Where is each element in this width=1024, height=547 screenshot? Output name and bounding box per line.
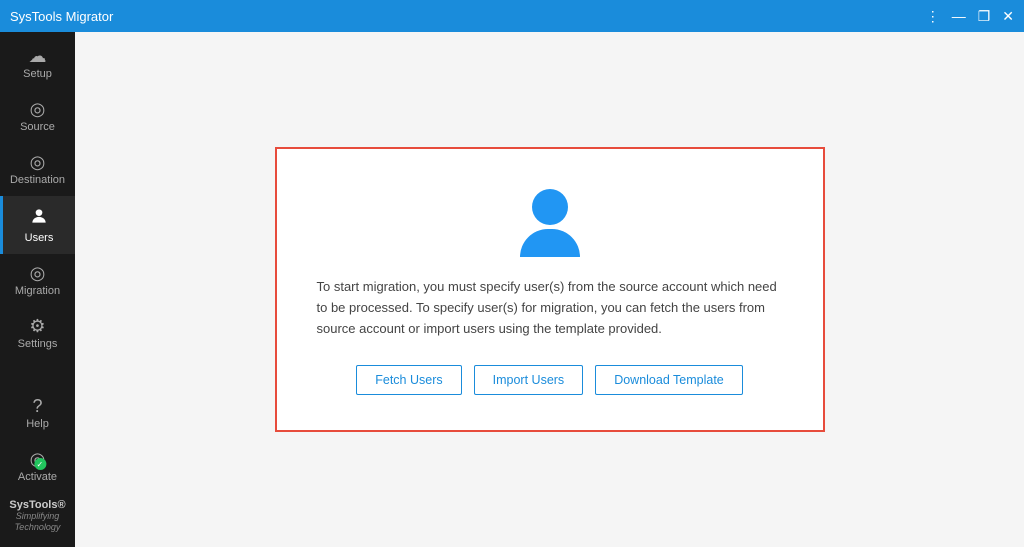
- users-actions: Fetch Users Import Users Download Templa…: [356, 365, 743, 395]
- cloud-icon: ☁: [29, 47, 47, 65]
- destination-icon: ◎: [30, 153, 46, 171]
- settings-icon: ⚙: [29, 317, 45, 335]
- brand-name: SysTools®: [4, 499, 71, 511]
- sidebar-bottom: ? Help ◎ Activate SysTools® Simplifying …: [0, 387, 75, 547]
- sidebar-item-label: Source: [20, 121, 55, 133]
- download-template-button[interactable]: Download Template: [595, 365, 743, 395]
- users-description: To start migration, you must specify use…: [317, 277, 783, 339]
- sidebar-item-source[interactable]: ◎ Source: [0, 90, 75, 143]
- migration-icon: ◎: [30, 264, 46, 282]
- sidebar-item-label: Migration: [15, 285, 60, 297]
- brand: SysTools® Simplifying Technology: [0, 493, 75, 539]
- import-users-button[interactable]: Import Users: [474, 365, 584, 395]
- sidebar: ☁ Setup ◎ Source ◎ Destination Users ◎ M…: [0, 32, 75, 547]
- users-panel: To start migration, you must specify use…: [275, 147, 825, 431]
- source-icon: ◎: [30, 100, 46, 118]
- user-avatar: [520, 189, 580, 257]
- sidebar-item-activate[interactable]: ◎ Activate: [0, 440, 75, 493]
- avatar-head: [532, 189, 568, 225]
- app-body: ☁ Setup ◎ Source ◎ Destination Users ◎ M…: [0, 32, 1024, 547]
- sidebar-item-label: Help: [26, 418, 49, 430]
- sidebar-item-label: Activate: [18, 471, 57, 483]
- sidebar-item-users[interactable]: Users: [0, 196, 75, 254]
- help-icon: ?: [32, 397, 42, 415]
- sidebar-item-migration[interactable]: ◎ Migration: [0, 254, 75, 307]
- close-button[interactable]: ✕: [1002, 9, 1014, 23]
- title-bar: SysTools Migrator ⋮ — ❐ ✕: [0, 0, 1024, 32]
- activate-badge: [34, 458, 46, 470]
- title-bar-controls: ⋮ — ❐ ✕: [926, 9, 1014, 23]
- sidebar-item-settings[interactable]: ⚙ Settings: [0, 307, 75, 360]
- avatar-body: [520, 229, 580, 257]
- app-title: SysTools Migrator: [10, 9, 113, 24]
- sidebar-item-label: Destination: [10, 174, 65, 186]
- brand-tagline: Simplifying Technology: [15, 511, 61, 532]
- sidebar-item-destination[interactable]: ◎ Destination: [0, 143, 75, 196]
- sidebar-item-setup[interactable]: ☁ Setup: [0, 37, 75, 90]
- sidebar-item-label: Users: [25, 232, 54, 244]
- menu-icon[interactable]: ⋮: [926, 9, 940, 23]
- main-content: To start migration, you must specify use…: [75, 32, 1024, 547]
- sidebar-item-label: Setup: [23, 68, 52, 80]
- sidebar-item-help[interactable]: ? Help: [0, 387, 75, 440]
- minimize-button[interactable]: —: [952, 9, 966, 23]
- restore-button[interactable]: ❐: [978, 9, 991, 23]
- sidebar-item-label: Settings: [18, 338, 58, 350]
- title-bar-left: SysTools Migrator: [10, 9, 113, 24]
- users-icon: [29, 206, 49, 229]
- fetch-users-button[interactable]: Fetch Users: [356, 365, 461, 395]
